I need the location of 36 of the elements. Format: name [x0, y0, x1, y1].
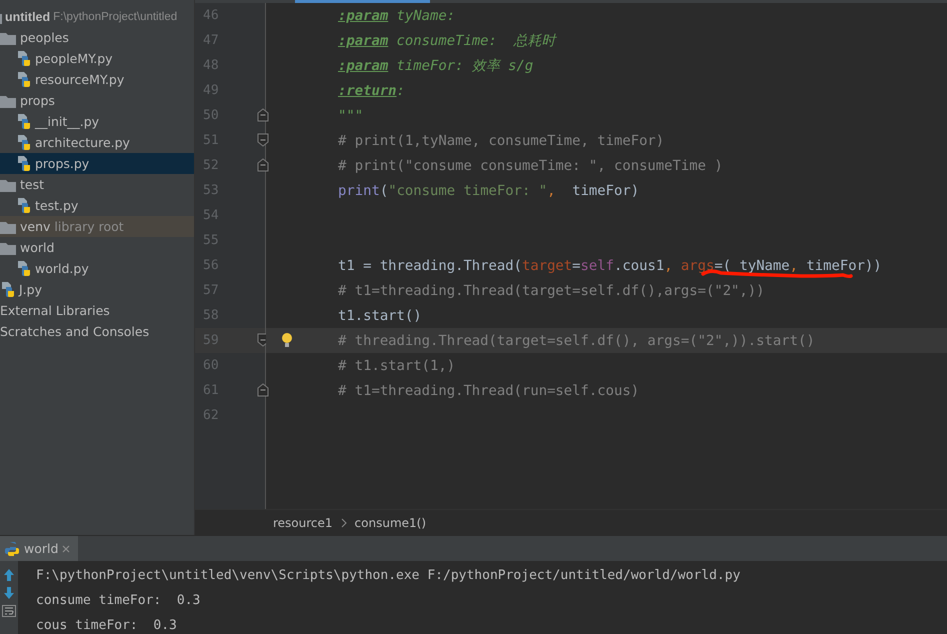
code-line: :param consumeTime: 总耗时 [338, 32, 556, 50]
tree-item[interactable]: props.py [0, 153, 194, 174]
tree-item[interactable]: Scratches and Consoles [0, 321, 194, 342]
code-line: # t1=threading.Thread(run=self.cous) [338, 382, 640, 398]
code-line: print("consume timeFor: ", timeFor) [338, 182, 640, 198]
tree-item[interactable]: test.py [0, 195, 194, 216]
breadcrumb[interactable]: consume1() [354, 516, 426, 530]
code-line: # print(1,tyName, consumeTime, timeFor) [338, 132, 664, 148]
tree-item[interactable]: peoples [0, 27, 194, 48]
code-line: :param tyName: [338, 8, 456, 24]
tree-item[interactable]: J.py [0, 279, 194, 300]
code-line: # print("consume consumeTime: ", consumeTime ) [338, 158, 723, 174]
code-line: :return: [338, 82, 405, 98]
breadcrumb[interactable]: resource1 [273, 516, 333, 530]
tree-item[interactable]: untitled F:\pythonProject\untitled [0, 6, 194, 27]
run-tab[interactable]: world [0, 536, 78, 561]
code-line: t1.start() [338, 308, 422, 324]
tree-item[interactable]: world.py [0, 258, 194, 279]
tree-item[interactable]: props [0, 90, 194, 111]
tree-item[interactable]: world [0, 237, 194, 258]
console-line: F:\pythonProject\untitled\venv\Scripts\python.exe F:/pythonProject/untitled/world/world.py [36, 567, 742, 585]
code-line: """ [338, 108, 364, 124]
console-line: cous timeFor: 0.3 [36, 617, 178, 634]
tree-item[interactable]: __init__.py [0, 111, 194, 132]
tree-item[interactable]: resourceMY.py [0, 69, 194, 90]
tree-item[interactable]: architecture.py [0, 132, 194, 153]
code-line: # t1=threading.Thread(target=self.df(),args=("2",)) [338, 282, 765, 298]
tree-item[interactable]: test [0, 174, 194, 195]
code-line: :param timeFor: 效率 s/g [338, 56, 534, 74]
code-line: # t1.start(1,) [338, 358, 456, 374]
code-line: # threading.Thread(target=self.df(), args=("2",)).start() [338, 332, 815, 348]
code-line: t1 = threading.Thread(target=self.cous1, args=( tyName, timeFor)) [338, 258, 882, 274]
tree-item[interactable]: peopleMY.py [0, 48, 194, 69]
tree-item[interactable]: External Libraries [0, 300, 194, 321]
console-line: consume timeFor: 0.3 [36, 592, 202, 610]
tree-item[interactable]: venv library root [0, 216, 194, 237]
